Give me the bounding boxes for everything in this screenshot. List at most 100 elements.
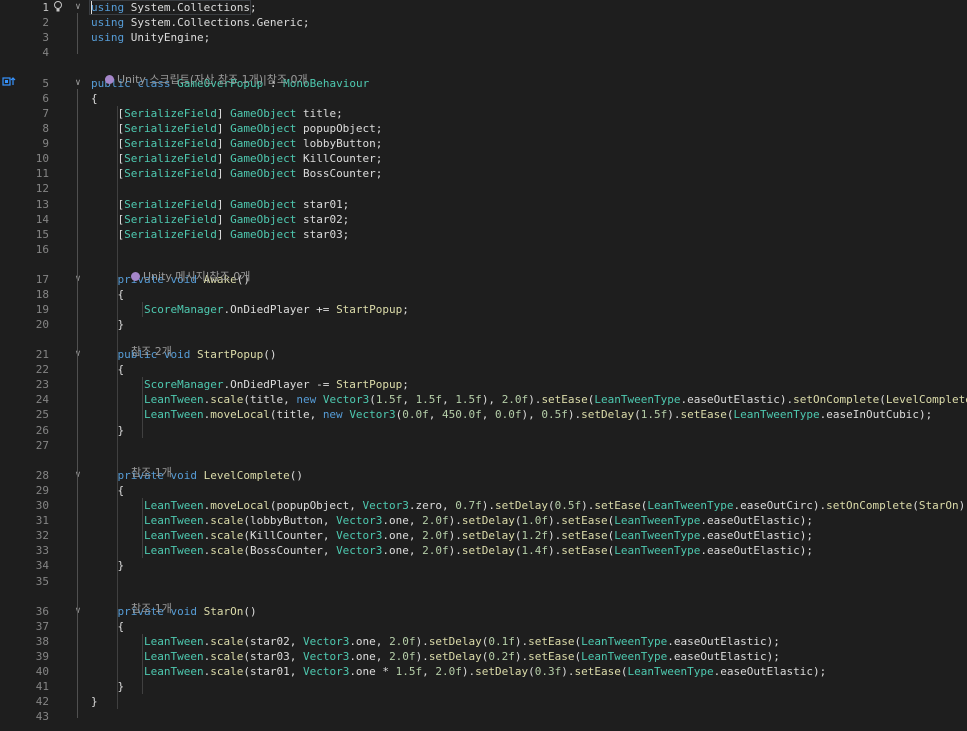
fold-chevron-icon[interactable]: ∨ [72,76,84,91]
code-line[interactable]: 33 LeanTween.scale(BossCounter, Vector3.… [0,543,967,558]
code-token: .easeInOutCubic); [819,408,933,421]
code-token: LeanTween [143,650,204,663]
code-line[interactable]: 3 using UnityEngine; [0,30,967,45]
code-line[interactable]: 7 [SerializeField] GameObject title; [0,106,967,121]
code-line[interactable]: 12 [0,181,967,196]
code-line[interactable]: 10 [SerializeField] GameObject KillCount… [0,151,967,166]
code-token: .OnDiedPlayer += [223,303,337,316]
codelens-awake-text: Unity 메시지|참조 0개 [143,270,251,283]
code-text: [SerializeField] GameObject lobbyButton; [91,136,382,151]
code-text: LeanTween.scale(star01, Vector3.one * 1.… [91,664,826,679]
codelens-staron[interactable]: 참조 1개 [117,588,172,615]
code-line[interactable]: 26 } [0,423,967,438]
code-token: setEase [528,635,575,648]
codelens-startpopup-text: 참조 2개 [131,345,172,358]
fold-chevron-icon[interactable]: ∨ [72,468,84,483]
code-line[interactable]: 20 } [0,317,967,332]
line-number: 21 [35,348,49,361]
fold-chevron-icon[interactable]: ∨ [72,347,84,362]
code-token: ; [402,378,409,391]
code-line[interactable]: 4 [0,45,967,60]
line-number: 36 [35,605,49,618]
codelens-class[interactable]: Unity 스크립트(자산 참조 1개)|참조 0개 [91,59,308,86]
code-token: } [91,695,98,708]
indent-guide [142,377,143,438]
code-token: StartPopup [336,303,403,316]
code-line[interactable]: 18 { [0,287,967,302]
code-line[interactable]: 13 [SerializeField] GameObject star01; [0,197,967,212]
code-line[interactable]: 29 { [0,483,967,498]
fold-range-line [77,285,78,341]
fold-chevron-icon[interactable]: ∨ [72,604,84,619]
code-token: ( [879,393,886,406]
code-token: 2.0f [389,635,416,648]
code-text: using UnityEngine; [91,30,210,45]
line-number: 12 [35,182,49,195]
code-line[interactable]: 34 } [0,558,967,573]
line-number: 13 [35,198,49,211]
code-token: setDelay [475,665,529,678]
code-line[interactable]: 9 [SerializeField] GameObject lobbyButto… [0,136,967,151]
code-editor[interactable]: 1 ∨ using System.Collections; 2 using System… [0,0,967,731]
code-token: StartPopup [336,378,403,391]
code-line[interactable]: 24 LeanTween.scale(title, new Vector3(1.… [0,392,967,407]
code-token: .zero, [408,499,456,512]
code-line[interactable]: 31 LeanTween.scale(lobbyButton, Vector3.… [0,513,967,528]
line-number: 23 [35,378,49,391]
code-line[interactable]: 23 ScoreManager.OnDiedPlayer -= StartPop… [0,377,967,392]
code-token: ( [726,408,734,421]
code-token: ] [216,107,231,120]
code-line[interactable]: 41 } [0,679,967,694]
code-token: Vector3 [336,544,383,557]
codelens-startpopup[interactable]: 참조 2개 [117,331,172,358]
line-number: 22 [35,363,49,376]
code-token: using [91,16,125,29]
code-token: Vector3 [302,635,350,648]
code-text: } [91,558,124,573]
code-token: BossCounter; [296,167,383,180]
code-token: 0.0f [402,408,429,421]
code-token: scale [210,514,244,527]
code-token: [ [91,228,125,241]
code-token: LeanTweenType [614,529,701,542]
codelens-levelcomplete[interactable]: 참조 1개 [117,452,172,479]
code-line[interactable]: 2 using System.Collections.Generic; [0,15,967,30]
code-line[interactable]: 16 [0,242,967,257]
code-token: LeanTweenType [581,650,668,663]
code-token: 450.0f [442,408,482,421]
code-line[interactable]: 43 [0,709,967,724]
code-line[interactable]: 35 [0,574,967,589]
code-line[interactable]: 42} [0,694,967,709]
line-number: 10 [35,152,49,165]
code-line[interactable]: 8 [SerializeField] GameObject popupObjec… [0,121,967,136]
code-line[interactable]: 15 [SerializeField] GameObject star03; [0,227,967,242]
fold-chevron-icon[interactable]: ∨ [72,0,84,15]
code-line[interactable]: 27 [0,438,967,453]
fold-chevron-icon[interactable]: ∨ [72,272,84,287]
code-token: 1.0f [521,514,549,527]
code-token: ( [514,544,522,557]
code-token: ). [528,393,542,406]
code-line[interactable]: 19 ScoreManager.OnDiedPlayer += StartPop… [0,302,967,317]
code-line[interactable]: 11 [SerializeField] GameObject BossCount… [0,166,967,181]
fold-range-line [77,481,78,582]
code-text: [SerializeField] GameObject star01; [91,197,349,212]
code-line[interactable]: 14 [SerializeField] GameObject star02; [0,212,967,227]
code-line[interactable]: 6{ [0,91,967,106]
code-line[interactable]: 38 LeanTween.scale(star02, Vector3.one, … [0,634,967,649]
code-token: [ [91,213,125,226]
code-line[interactable]: 32 LeanTween.scale(KillCounter, Vector3.… [0,528,967,543]
code-token: Vector3 [349,408,396,421]
codelens-awake[interactable]: Unity 메시지|참조 0개 [117,256,250,283]
codelens-staron-text: 참조 1개 [131,602,172,615]
code-line[interactable]: 22 { [0,362,967,377]
code-line[interactable]: 39 LeanTween.scale(star03, Vector3.one, … [0,649,967,664]
code-line[interactable]: 25 LeanTween.moveLocal(title, new Vector… [0,407,967,422]
code-token: moveLocal [210,408,270,421]
code-line[interactable]: 30 LeanTween.moveLocal(popupObject, Vect… [0,498,967,513]
code-token: LeanTweenType [627,665,714,678]
code-line[interactable]: 40 LeanTween.scale(star01, Vector3.one *… [0,664,967,679]
code-line[interactable]: 37 { [0,619,967,634]
